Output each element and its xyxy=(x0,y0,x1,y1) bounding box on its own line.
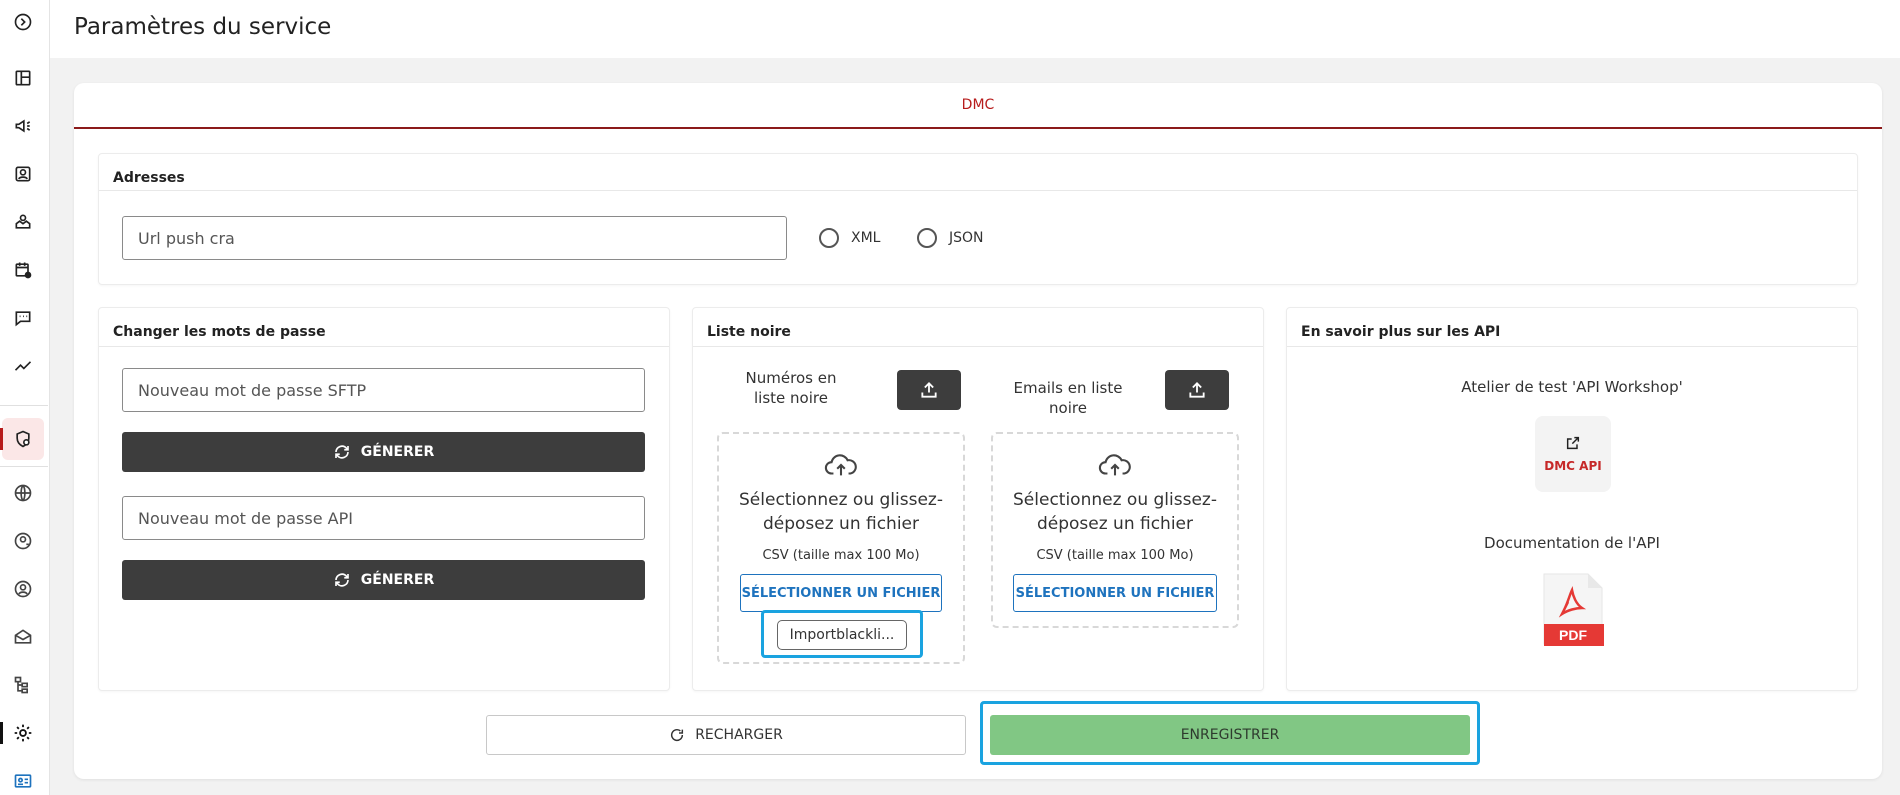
api-doc-text: Documentation de l'API xyxy=(1484,534,1660,552)
dashboard-icon[interactable] xyxy=(10,65,36,91)
save-button[interactable]: ENREGISTRER xyxy=(990,715,1470,755)
cloud-upload-icon xyxy=(1098,454,1131,476)
generate-sftp-button[interactable]: GÉNERER xyxy=(122,432,645,472)
passwords-section: Changer les mots de passe GÉNERER GÉNERE… xyxy=(98,307,670,691)
api-info-title: En savoir plus sur les API xyxy=(1301,324,1501,340)
stats-icon[interactable] xyxy=(10,353,36,379)
reload-label: RECHARGER xyxy=(695,727,783,743)
blacklist-section: Liste noire Numéros en liste noire Email… xyxy=(692,307,1264,691)
inbox-icon[interactable] xyxy=(10,209,36,235)
passwords-title: Changer les mots de passe xyxy=(113,324,326,340)
user-circle-icon[interactable] xyxy=(10,528,36,554)
sftp-password-input[interactable] xyxy=(122,368,645,412)
generate-api-button[interactable]: GÉNERER xyxy=(122,560,645,600)
radio-xml-label: XML xyxy=(851,230,881,246)
emails-dropzone-subtext: CSV (taille max 100 Mo) xyxy=(1036,548,1194,563)
url-push-cra-input[interactable] xyxy=(122,216,787,260)
external-link-icon xyxy=(1566,436,1580,450)
upload-emails-button[interactable] xyxy=(1165,370,1229,410)
contacts-icon[interactable] xyxy=(10,161,36,187)
tab-indicator xyxy=(74,127,1882,129)
globe-icon[interactable] xyxy=(10,480,36,506)
top-bar: Paramètres du service xyxy=(50,0,1900,58)
numbers-blacklist-label: Numéros en liste noire xyxy=(745,369,837,407)
radio-json-label: JSON xyxy=(949,230,984,246)
select-numbers-file-button[interactable]: SÉLECTIONNER UN FICHIER xyxy=(740,574,942,612)
refresh-icon xyxy=(334,445,349,459)
security-settings-icon[interactable] xyxy=(10,426,36,452)
select-emails-file-button[interactable]: SÉLECTIONNER UN FICHIER xyxy=(1013,574,1217,612)
tab-dmc[interactable]: DMC xyxy=(74,97,1882,113)
emails-blacklist-label: Emails en liste noire xyxy=(1013,379,1123,417)
radio-json[interactable]: JSON xyxy=(917,228,984,248)
expand-icon[interactable] xyxy=(10,9,36,35)
profile-icon[interactable] xyxy=(10,576,36,602)
pdf-icon[interactable]: PDF xyxy=(1542,572,1604,646)
reload-button[interactable]: RECHARGER xyxy=(486,715,966,755)
chat-icon[interactable] xyxy=(10,305,36,331)
upload-icon xyxy=(1189,382,1205,398)
sidebar xyxy=(0,0,50,795)
pdf-label: PDF xyxy=(1559,627,1587,643)
campaign-icon[interactable] xyxy=(10,113,36,139)
service-settings-card: DMC Adresses XML JSON Changer les mots d… xyxy=(74,83,1882,779)
emails-dropzone[interactable]: Sélectionnez ou glissez-déposez un fichi… xyxy=(991,432,1239,628)
generate-api-label: GÉNERER xyxy=(360,572,435,588)
addresses-section: Adresses XML JSON xyxy=(98,153,1858,285)
blacklist-title: Liste noire xyxy=(707,324,791,340)
page-title: Paramètres du service xyxy=(74,14,332,40)
addresses-title: Adresses xyxy=(113,170,185,186)
api-info-section: En savoir plus sur les API Atelier de te… xyxy=(1286,307,1858,691)
radio-xml[interactable]: XML xyxy=(819,228,880,248)
hierarchy-icon[interactable] xyxy=(10,672,36,698)
upload-icon xyxy=(921,382,937,398)
numbers-dropzone-subtext: CSV (taille max 100 Mo) xyxy=(762,548,920,563)
dmc-api-tile[interactable]: DMC API xyxy=(1535,416,1611,492)
refresh-icon xyxy=(334,573,349,587)
selected-file-chip[interactable]: Importblackli... xyxy=(777,620,907,650)
id-card-icon[interactable] xyxy=(10,768,36,794)
reload-icon xyxy=(671,728,684,742)
radio-json-circle[interactable] xyxy=(917,228,937,248)
calendar-icon[interactable] xyxy=(10,257,36,283)
gear-icon[interactable] xyxy=(10,720,36,746)
upload-numbers-button[interactable] xyxy=(897,370,961,410)
emails-dropzone-text: Sélectionnez ou glissez-déposez un fichi… xyxy=(1013,490,1217,534)
mailbox-icon[interactable] xyxy=(10,624,36,650)
api-password-input[interactable] xyxy=(122,496,645,540)
generate-sftp-label: GÉNERER xyxy=(360,444,435,460)
cloud-upload-icon xyxy=(824,454,857,476)
radio-xml-circle[interactable] xyxy=(819,228,839,248)
api-workshop-text: Atelier de test 'API Workshop' xyxy=(1461,378,1683,396)
numbers-dropzone-text: Sélectionnez ou glissez-déposez un fichi… xyxy=(739,490,943,534)
numbers-dropzone[interactable]: Sélectionnez ou glissez-déposez un fichi… xyxy=(717,432,965,664)
dmc-api-label: DMC API xyxy=(1544,459,1602,473)
